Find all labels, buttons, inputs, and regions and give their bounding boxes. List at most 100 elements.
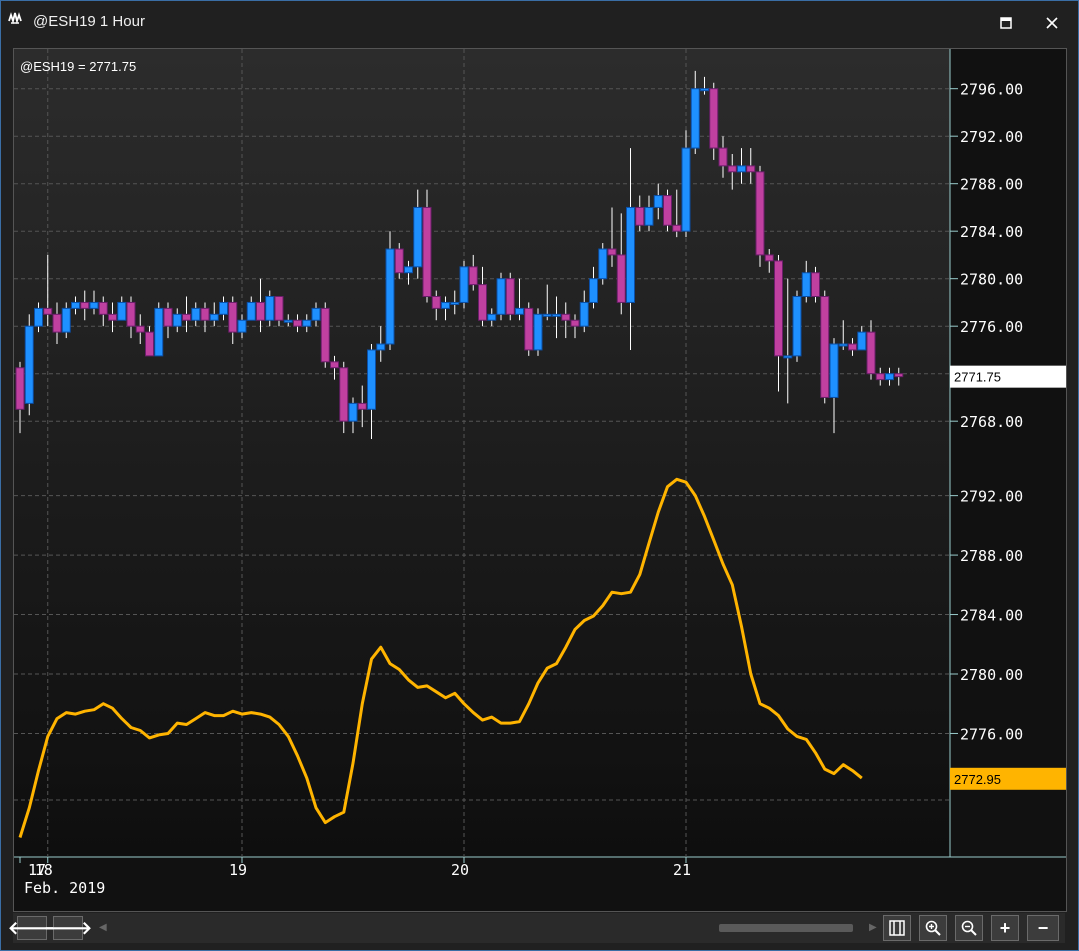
expand-bars-button[interactable]: + [991,915,1019,941]
candle-down [866,331,876,375]
candle-down [524,307,534,351]
candle-down [182,313,191,321]
candle-down [256,301,265,321]
candle-down [52,313,62,333]
scroll-back-button[interactable]: 🡐 [8,916,56,940]
time-axis-labels: 1718 19 20 21 [19,857,691,879]
candle-down [145,331,154,357]
candle-up [801,272,811,297]
candle-up [89,301,99,309]
candle-down [774,260,783,357]
candle-down [672,224,682,232]
candle-down [607,248,617,256]
candle-down [505,278,515,315]
candle-down [274,296,284,321]
indicator-tick-label: 2788.00 [960,547,1023,565]
candle-down [330,361,339,369]
time-scrollbar[interactable]: ◀ ▶ [99,921,881,935]
candle-up [283,319,293,323]
plus-icon: + [999,917,1011,938]
candle-down [126,301,136,327]
indicator-value-tag-label: 2772.95 [954,772,1001,787]
scroll-left-icon[interactable]: ◀ [99,922,107,933]
candle-down [848,343,857,351]
price-tick-label: 2792.00 [960,128,1023,146]
candle-down [43,307,53,315]
indicator-tick-label: 2792.00 [960,488,1023,506]
candle-down [718,147,728,167]
chart-toolbar: 🡐 🡒 ◀ ▶ + − [8,913,1065,943]
chart-window: @ESH19 1 Hour 2768.002772.002776.002780.… [0,0,1079,951]
title-bar: @ESH19 1 Hour [1,1,1078,45]
candle-down [293,319,302,327]
candle-up [117,301,127,321]
scrollbar-thumb[interactable] [719,924,853,932]
candle-up [172,313,182,327]
candle-up [302,319,312,327]
price-tick-label: 2788.00 [960,176,1023,194]
indicator-tick-label: 2780.00 [960,666,1023,684]
candle-up [653,195,663,208]
candle-down [163,307,173,327]
candle-up [579,301,589,327]
zoom-in-button[interactable] [919,915,947,941]
maximize-button[interactable] [986,7,1026,39]
candle-up [598,248,608,280]
candle-down [709,88,719,149]
candle-up [552,313,561,317]
candle-up [209,313,219,321]
candle-down [200,307,210,321]
candle-down [422,206,432,297]
candle-up [542,313,552,317]
candle-down [478,284,487,321]
fit-view-button[interactable] [883,915,911,941]
candle-down [320,307,330,363]
minus-icon: − [1037,917,1049,938]
candle-down [80,301,90,309]
last-price-tag: 2771.75 [950,365,1066,388]
candle-up [700,88,709,92]
candle-up [450,301,460,305]
candle-down [894,373,904,378]
chart-area[interactable]: 2768.002772.002776.002780.002784.002788.… [13,48,1067,912]
candle-up [838,343,848,347]
candle-down [755,171,765,256]
price-tick-label: 2776.00 [960,318,1023,336]
zoom-out-icon [961,920,977,936]
candle-up [589,278,598,303]
candle-up [487,313,497,321]
candle-up [404,266,413,274]
candle-up [34,307,43,327]
indicator-tick-label: 2784.00 [960,607,1023,625]
scroll-forward-button[interactable]: 🡒 [44,916,92,940]
candle-up [348,402,358,422]
candle-down [431,296,441,309]
chart-svg[interactable]: 2768.002772.002776.002780.002784.002788.… [14,49,1066,911]
candle-up [367,349,376,410]
candle-down [15,367,25,410]
candle-down [727,165,737,173]
candle-up [829,343,839,398]
price-tick-label: 2784.00 [960,223,1023,241]
candle-down [746,165,756,173]
candle-up [644,206,654,226]
candle-up [459,266,469,303]
indicator-value-tag: 2772.95 [950,767,1066,790]
price-tick-label: 2768.00 [960,413,1023,431]
candle-up [690,88,700,149]
candle-up [792,296,802,357]
close-button[interactable] [1032,7,1072,39]
candle-up [246,301,256,321]
candle-up [24,325,34,404]
candle-down [561,313,571,321]
candle-up [533,313,543,351]
time-tick-label: 21 [673,861,691,879]
fit-view-icon [889,920,905,936]
candle-down [811,272,820,297]
scroll-right-icon[interactable]: ▶ [869,922,877,933]
candle-up [413,206,423,268]
time-tick-label: 18 [35,861,53,879]
zoom-out-button[interactable] [955,915,983,941]
price-tick-label: 2780.00 [960,271,1023,289]
compress-bars-button[interactable]: − [1027,915,1059,941]
